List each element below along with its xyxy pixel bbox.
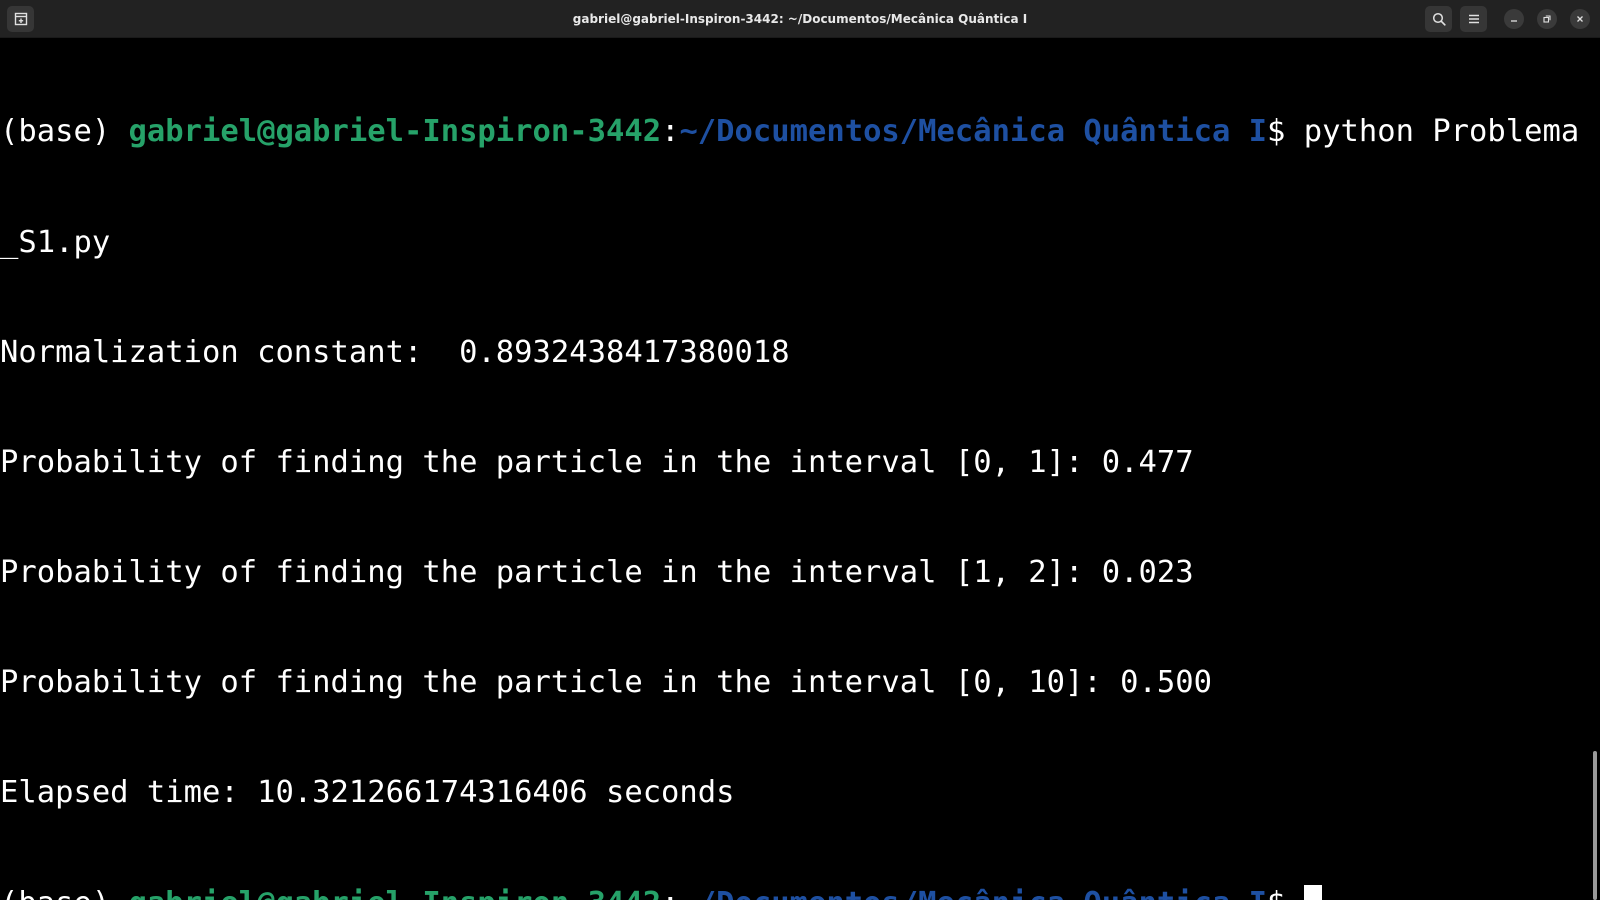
- scrollbar-thumb[interactable]: [1593, 751, 1597, 900]
- output-line: Probability of finding the particle in t…: [0, 554, 1194, 590]
- hamburger-menu-icon: [1467, 12, 1481, 26]
- close-button[interactable]: [1570, 9, 1590, 29]
- search-icon: [1432, 12, 1446, 26]
- prompt-colon: :: [661, 114, 680, 150]
- restore-button[interactable]: [1537, 9, 1557, 29]
- current-path: ~/Documentos/Mecânica Quântica I: [679, 886, 1267, 900]
- window-title: gabriel@gabriel-Inspiron-3442: ~/Documen…: [572, 12, 1028, 26]
- command-text: python Problema: [1303, 114, 1580, 150]
- output-line: Normalization constant: 0.89324384173800…: [0, 334, 790, 370]
- prompt-dollar: $: [1267, 114, 1304, 150]
- close-icon: [1575, 14, 1585, 24]
- prompt-line: (base) gabriel@gabriel-Inspiron-3442:~/D…: [0, 114, 1590, 151]
- prompt-line[interactable]: (base) gabriel@gabriel-Inspiron-3442:~/D…: [0, 885, 1590, 900]
- menu-button[interactable]: [1460, 6, 1487, 32]
- restore-icon: [1542, 14, 1552, 24]
- prompt-colon: :: [661, 886, 679, 900]
- output-line: Probability of finding the particle in t…: [0, 664, 1212, 700]
- search-button[interactable]: [1425, 6, 1452, 32]
- terminal-window: gabriel@gabriel-Inspiron-3442: ~/Documen…: [0, 0, 1600, 900]
- current-path: ~/Documentos/Mecânica Quântica I: [679, 114, 1268, 150]
- title-bar[interactable]: gabriel@gabriel-Inspiron-3442: ~/Documen…: [0, 0, 1600, 38]
- minimize-button[interactable]: [1504, 9, 1524, 29]
- user-host: gabriel@gabriel-Inspiron-3442: [129, 886, 662, 900]
- output-line: Probability of finding the particle in t…: [0, 444, 1194, 480]
- new-tab-button[interactable]: [7, 6, 34, 32]
- prompt-dollar: $: [1267, 886, 1304, 900]
- text-cursor: [1303, 885, 1322, 900]
- output-line: Elapsed time: 10.321266174316406 seconds: [0, 774, 735, 810]
- conda-env: (base): [0, 114, 129, 150]
- command-wrap-line: _S1.py: [0, 224, 111, 260]
- user-host: gabriel@gabriel-Inspiron-3442: [128, 114, 662, 150]
- scrollbar[interactable]: [1590, 41, 1600, 900]
- conda-env: (base): [0, 886, 129, 900]
- terminal-output[interactable]: (base) gabriel@gabriel-Inspiron-3442:~/D…: [0, 41, 1590, 900]
- new-tab-icon: [14, 12, 28, 26]
- minimize-icon: [1509, 14, 1519, 24]
